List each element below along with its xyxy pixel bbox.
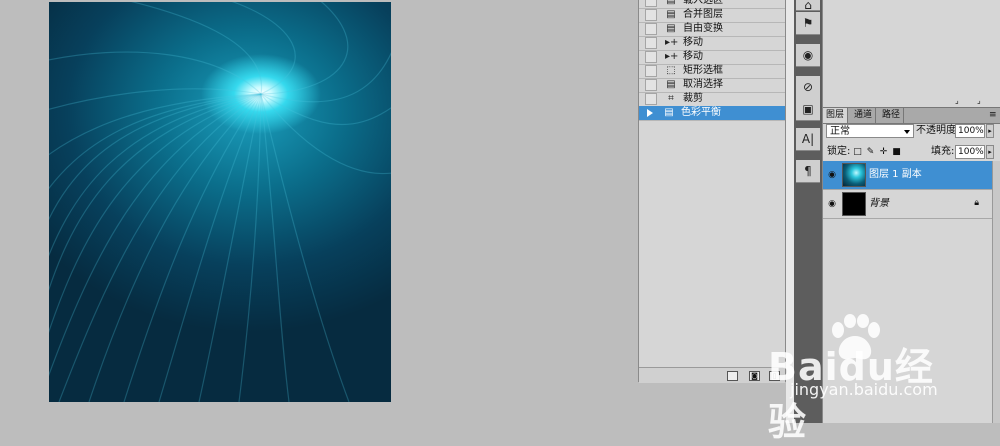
upper-panel	[823, 0, 1000, 96]
lock-icon: 🔒︎	[974, 198, 979, 208]
history-checkbox[interactable]	[645, 23, 657, 35]
watermark: Baidu经验 jingyan.baidu.com	[768, 308, 968, 444]
resize-grip-icon[interactable]: ⌟	[955, 94, 959, 108]
document-icon: ▤	[666, 23, 676, 34]
layer-row[interactable]: ◉ 背景 🔒︎	[823, 190, 1000, 219]
history-checkbox[interactable]	[645, 9, 657, 21]
history-item-label: 载入选区	[683, 0, 723, 6]
layer-thumbnail	[842, 192, 866, 216]
chevron-down-icon	[904, 130, 910, 134]
history-item-label: 自由变换	[683, 23, 723, 34]
move-icon: ▸+	[665, 51, 679, 62]
fill-input[interactable]: 100%	[955, 145, 985, 159]
watermark-url: jingyan.baidu.com	[790, 380, 938, 399]
layers-panel-tabs: 图层 通道 路径 ≡	[823, 107, 1000, 124]
history-footer: ◙ ▯	[639, 367, 785, 383]
tab-layers[interactable]: 图层	[823, 108, 849, 123]
lock-position-icon[interactable]: ✛	[879, 146, 888, 158]
snapshot-camera-icon[interactable]: ◙	[749, 371, 760, 381]
crop-icon: ⌗	[668, 93, 674, 104]
document-canvas[interactable]	[49, 2, 391, 402]
actions-tool-icon[interactable]: ⚑	[796, 12, 820, 35]
history-item-label: 合并图层	[683, 9, 723, 20]
history-item-label: 裁剪	[683, 93, 703, 104]
history-checkbox[interactable]	[645, 0, 657, 7]
lock-transparent-icon[interactable]: □	[853, 146, 862, 158]
resize-grip-icon[interactable]: ⌟	[977, 94, 981, 108]
document-icon: ▤	[664, 107, 674, 118]
eye-icon[interactable]: ◉	[827, 170, 837, 180]
document-icon: ▤	[666, 79, 676, 90]
opacity-input[interactable]: 100%	[955, 124, 985, 138]
opacity-slider-arrow-icon[interactable]: ▸	[986, 124, 994, 138]
history-item-label: 移动	[683, 37, 703, 48]
marquee-icon: ⬚	[666, 65, 676, 76]
history-state-arrow-icon	[647, 109, 653, 117]
history-checkbox[interactable]	[645, 65, 657, 77]
panel-menu-icon[interactable]: ≡	[989, 108, 997, 122]
document-icon: ▤	[666, 9, 676, 20]
history-item-label: 移动	[683, 51, 703, 62]
lock-image-icon[interactable]: ✎	[866, 146, 875, 158]
opacity-label: 不透明度:	[916, 125, 960, 136]
tab-paths[interactable]: 路径	[879, 108, 905, 123]
layer-thumbnail	[842, 163, 866, 187]
document-icon: ▤	[666, 0, 676, 6]
swatches-tool-icon[interactable]: ◉	[796, 44, 820, 67]
move-icon: ▸+	[665, 37, 679, 48]
layers-scrollbar[interactable]	[992, 161, 1000, 423]
history-tool-icon[interactable]: ⌂	[796, 0, 820, 12]
layer-row[interactable]: ◉ 图层 1 副本	[823, 161, 1000, 190]
history-item[interactable]: ▤ 合并图层	[639, 8, 785, 23]
fill-slider-arrow-icon[interactable]: ▸	[986, 145, 994, 159]
fill-label: 填充:	[931, 146, 955, 157]
lock-label: 锁定:	[827, 146, 851, 157]
history-panel: ▤ 载入选区 ▤ 合并图层 ▤ 自由变换 ▸+ 移动 ▸+ 移动 ⬚ 矩形选框 …	[638, 0, 786, 383]
history-checkbox[interactable]	[645, 79, 657, 91]
lock-all-icon[interactable]: ■	[892, 146, 901, 158]
blend-mode-select[interactable]: 正常	[826, 124, 914, 138]
history-item[interactable]: ⌗ 裁剪	[639, 92, 785, 107]
history-item-label: 色彩平衡	[681, 107, 721, 118]
history-item[interactable]: ⬚ 矩形选框	[639, 64, 785, 79]
history-item[interactable]: ▤ 取消选择	[639, 78, 785, 93]
clone-source-icon[interactable]: ▣	[796, 98, 820, 121]
history-item[interactable]: ▸+ 移动	[639, 36, 785, 51]
layer-name[interactable]: 图层 1 副本	[869, 168, 922, 182]
history-item[interactable]: ▤ 自由变换	[639, 22, 785, 37]
history-item-active[interactable]: ▤ 色彩平衡	[639, 106, 785, 121]
brush-preset-icon[interactable]: ⊘	[796, 76, 820, 99]
history-item-label: 取消选择	[683, 79, 723, 90]
lock-options: □ ✎ ✛ ■	[853, 146, 901, 158]
history-item-label: 矩形选框	[683, 65, 723, 76]
history-checkbox[interactable]	[645, 37, 657, 49]
history-checkbox[interactable]	[645, 51, 657, 63]
swirl-artwork	[49, 2, 391, 402]
history-item[interactable]: ▸+ 移动	[639, 50, 785, 65]
tab-channels[interactable]: 通道	[851, 108, 877, 123]
paragraph-panel-icon[interactable]: ¶	[796, 160, 820, 183]
eye-icon[interactable]: ◉	[827, 199, 837, 209]
history-checkbox[interactable]	[645, 93, 657, 105]
blend-mode-value: 正常	[830, 126, 850, 137]
character-panel-icon[interactable]: A|	[796, 128, 820, 151]
new-document-from-state-icon[interactable]	[727, 371, 738, 381]
layer-name[interactable]: 背景	[869, 197, 889, 211]
